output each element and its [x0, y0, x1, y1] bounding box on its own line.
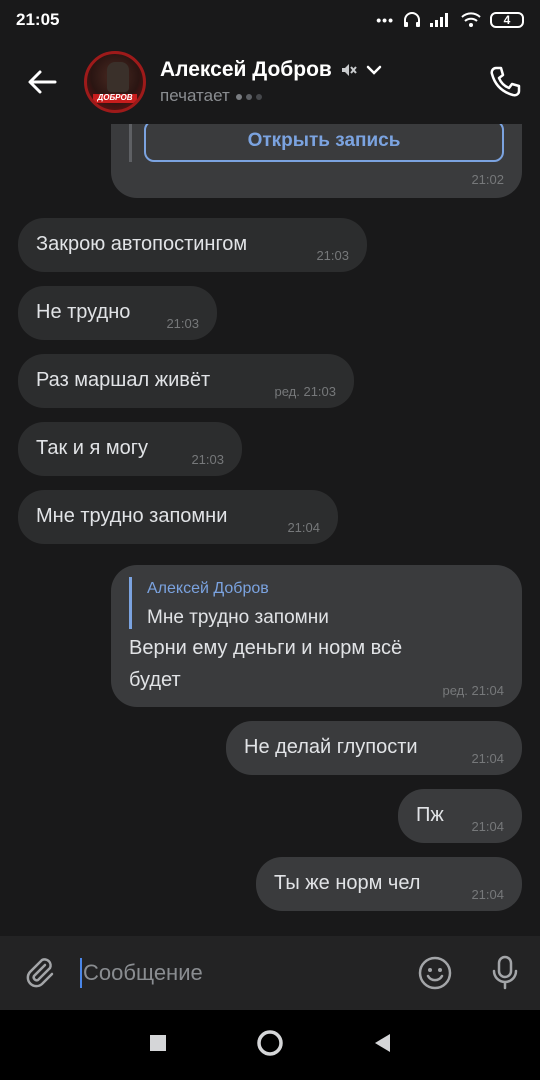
message-time: ред. 21:04 [442, 683, 504, 698]
reply-bar [129, 124, 132, 162]
composer-bar [0, 936, 540, 1010]
message-outgoing[interactable]: Открыть запись 21:02 [111, 124, 522, 198]
message-text: Пж [416, 804, 444, 826]
nav-recents-icon [150, 1034, 166, 1051]
message-text: Ты же норм чел [274, 872, 421, 894]
headphones-icon [404, 12, 420, 27]
signal-icon [430, 13, 448, 27]
system-nav-bar [0, 1010, 540, 1080]
battery-icon: 4 [490, 12, 524, 28]
message-text: Так и я могу [36, 437, 149, 459]
message-list[interactable]: Открыть запись 21:02 Закрою автопостинго… [0, 124, 540, 936]
status-icons: ••• 4 [376, 12, 524, 28]
avatar-logo-text: ДОБРОВ [97, 93, 133, 102]
reply-bar [129, 577, 132, 629]
message-time: 21:03 [191, 452, 224, 467]
avatar-figure [107, 62, 129, 92]
mute-icon [341, 64, 357, 76]
message-time: 21:04 [471, 751, 504, 766]
chat-header: ДОБРОВ Алексей Добров печатает [0, 40, 540, 124]
typing-status: печатает [160, 86, 230, 105]
message-outgoing[interactable]: Алексей Добров Мне трудно запомни Верни … [111, 565, 522, 707]
phone-icon [490, 66, 521, 97]
emoji-button[interactable] [400, 936, 470, 1010]
nav-home-icon [257, 1029, 283, 1056]
message-outgoing[interactable]: Ты же норм чел 21:04 [256, 857, 522, 911]
message-outgoing[interactable]: Пж 21:04 [398, 789, 522, 843]
message-time: 21:02 [471, 172, 504, 187]
nav-recents-button[interactable] [148, 1033, 168, 1058]
message-text: Мне трудно запомни [36, 505, 228, 527]
message-text: Не делай глупости [244, 736, 418, 758]
attach-button[interactable] [0, 936, 80, 1010]
message-time: 21:04 [287, 520, 320, 535]
attach-icon [26, 958, 54, 988]
message-text: Закрою автопостингом [36, 233, 248, 255]
message-time: 21:04 [471, 887, 504, 902]
message-incoming[interactable]: Так и я могу 21:03 [18, 422, 242, 476]
wifi-icon [461, 12, 481, 27]
message-text-line: Верни ему деньги и норм всё [129, 637, 403, 659]
message-text: Не трудно [36, 301, 131, 323]
message-incoming[interactable]: Раз маршал живёт ред. 21:03 [18, 354, 354, 408]
voice-message-button[interactable] [470, 936, 540, 1010]
message-input[interactable] [83, 960, 383, 986]
open-post-label: Открыть запись [247, 130, 401, 151]
reply-author[interactable]: Алексей Добров [147, 580, 269, 598]
contact-name: Алексей Добров [160, 58, 332, 81]
avatar[interactable]: ДОБРОВ [84, 51, 146, 113]
message-time: ред. 21:03 [274, 384, 336, 399]
message-outgoing[interactable]: Не делай глупости 21:04 [226, 721, 522, 775]
message-incoming[interactable]: Мне трудно запомни 21:04 [18, 490, 338, 544]
mic-icon [492, 955, 518, 990]
message-incoming[interactable]: Закрою автопостингом 21:03 [18, 218, 367, 272]
clock: 21:05 [16, 10, 60, 29]
message-input-wrap[interactable] [80, 936, 400, 1010]
reply-quote-text: Мне трудно запомни [147, 607, 329, 628]
text-cursor [80, 958, 82, 988]
message-time: 21:03 [166, 316, 199, 331]
chevron-down-icon[interactable] [366, 64, 382, 76]
message-text-line: будет [129, 669, 181, 691]
message-time: 21:03 [316, 248, 349, 263]
nav-back-icon [375, 1033, 390, 1052]
open-post-button[interactable]: Открыть запись [144, 124, 504, 162]
typing-dots [235, 87, 266, 105]
status-bar: 21:05 ••• 4 [0, 0, 540, 40]
message-incoming[interactable]: Не трудно 21:03 [18, 286, 217, 340]
chat-title-block[interactable]: Алексей Добров печатает [160, 58, 470, 106]
message-time: 21:04 [471, 819, 504, 834]
nav-back-button[interactable] [372, 1032, 392, 1059]
more-notifications-icon: ••• [376, 12, 394, 28]
emoji-icon [418, 956, 452, 990]
nav-home-button[interactable] [256, 1029, 284, 1062]
back-button[interactable] [0, 40, 84, 124]
message-text: Раз маршал живёт [36, 369, 211, 391]
call-button[interactable] [470, 40, 540, 124]
back-arrow-icon [28, 70, 57, 94]
